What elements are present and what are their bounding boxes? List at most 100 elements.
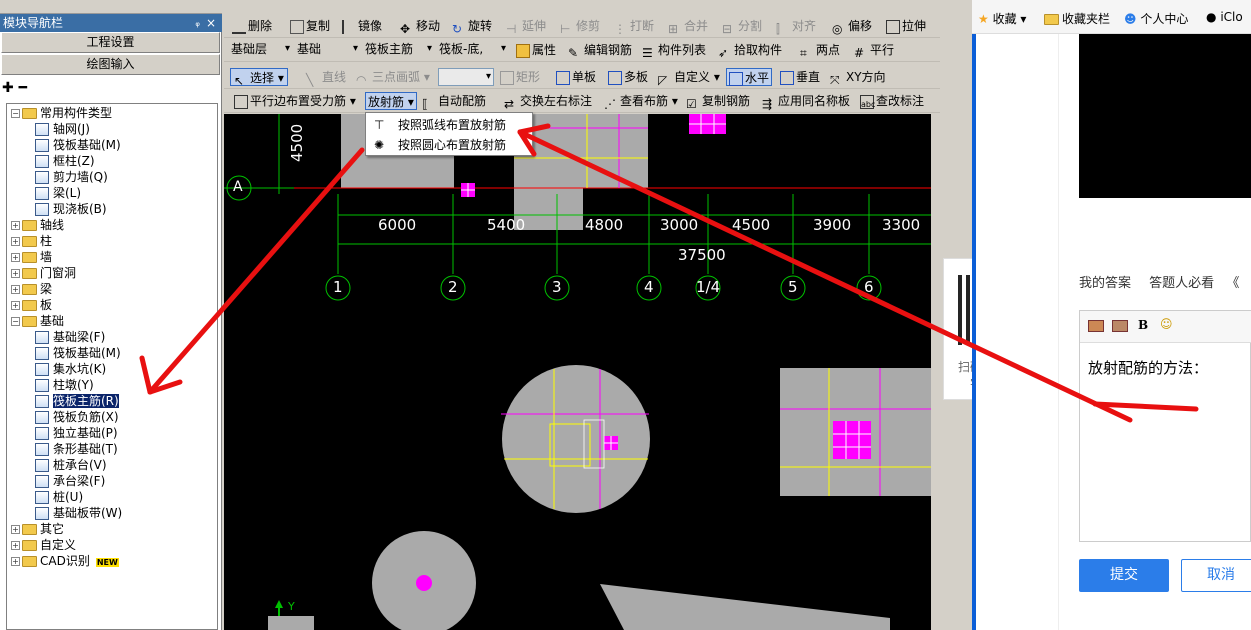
line-button[interactable]: ╲ 直线 [306,68,346,87]
blank-select[interactable] [438,68,494,86]
swap-label-button[interactable]: ⇄ 交换左右标注 [504,92,592,111]
pick-component-button[interactable]: ➶ 拾取构件 [718,41,782,60]
tree-item[interactable]: + 自定义 [11,537,76,553]
image-icon[interactable] [1088,320,1104,332]
component-select[interactable]: 筏板-底, [436,41,508,59]
single-slab-button[interactable]: 单板 [556,68,596,86]
two-points-button[interactable]: ⌗ 两点 [800,41,840,60]
radial-rebar-button[interactable]: 放射筋 ▾ [365,92,417,110]
bookmark-icloud[interactable]: ● iClo [1206,10,1243,24]
expand-icon[interactable]: − [11,317,20,326]
tree-item[interactable]: 筏板负筋(X) [35,409,119,425]
tree-item[interactable]: 基础板带(W) [35,505,122,521]
auto-rebar-button[interactable]: ⟦ 自动配筋 [422,92,486,111]
bold-icon[interactable]: B [1138,318,1148,332]
view-rebar-button[interactable]: ⋰ 查看布筋 ▾ [604,92,678,111]
split-button[interactable]: ⊟ 分割 [722,17,762,36]
tree-item[interactable]: + 板 [11,297,52,313]
tree-item[interactable]: 基础梁(F) [35,329,105,345]
custom-button[interactable]: ◸ 自定义 ▾ [658,68,720,87]
expand-icon[interactable]: + [11,525,20,534]
tree-item[interactable]: + 柱 [11,233,52,249]
tree-item[interactable]: + 轴线 [11,217,64,233]
delete-button[interactable]: 删除 [232,17,272,35]
tree-item[interactable]: 梁(L) [35,185,81,201]
vertical-button[interactable]: 垂直 [780,68,820,86]
horizontal-button[interactable]: 水平 [726,68,773,86]
tree-item[interactable]: 集水坑(K) [35,361,106,377]
tree-item[interactable]: + 梁 [11,281,52,297]
expand-icon[interactable]: + [11,221,20,230]
properties-button[interactable]: 属性 [516,41,556,59]
expand-icon[interactable]: + [11,237,20,246]
tab-must-read[interactable]: 答题人必看 [1149,276,1214,291]
move-button[interactable]: ✥ 移动 [400,17,440,36]
drawing-canvas[interactable]: 4500 A 6000 5400 4800 3000 4500 3900 3300 3750… [224,114,931,630]
pin-icon[interactable]: ᵩ [195,14,200,32]
tree-item[interactable]: 筏板主筋(R) [35,393,119,409]
layer-select[interactable]: 基础层 [228,41,292,59]
tree-item[interactable]: − 常用构件类型 [11,105,112,121]
expand-icon[interactable]: + [11,541,20,550]
check-label-button[interactable]: abc查改标注 [860,92,924,110]
apply-same-name-button[interactable]: ⇶ 应用同名称板 [762,92,850,111]
video-area[interactable] [1079,34,1251,198]
tree-item[interactable]: 筏板基础(M) [35,137,121,153]
tree-item[interactable]: 轴网(J) [35,121,90,137]
tree-item[interactable]: − 基础 [11,313,64,329]
copy-button[interactable]: 复制 [290,17,330,35]
edit-rebar-button[interactable]: ✎ 编辑钢筋 [568,41,632,60]
drawing-input-button[interactable]: 绘图输入 [1,54,220,75]
offset-button[interactable]: ◎ 偏移 [832,17,872,36]
break-button[interactable]: ⋮ 打断 [614,17,654,36]
tab-more[interactable]: 《 [1226,276,1239,291]
menu-item-arc-radial[interactable]: ⊤ 按照弧线布置放射筋 [370,115,506,135]
expand-icon[interactable]: + [11,301,20,310]
multi-slab-button[interactable]: 多板 [608,68,648,86]
parallel-button[interactable]: # 平行 [854,41,894,60]
expand-icon[interactable]: + [11,557,20,566]
expand-icon[interactable]: − [11,109,20,118]
insert-image-icon[interactable] [1112,320,1128,332]
bookmark-personal[interactable]: ☻ 个人中心 [1124,10,1188,27]
menu-item-center-radial[interactable]: ✺ 按照圆心布置放射筋 [370,135,506,155]
bookmark-favorites[interactable]: ★ 收藏 ▾ [978,10,1026,27]
rotate-button[interactable]: ↻ 旋转 [452,17,492,36]
merge-button[interactable]: ⊞ 合并 [668,17,708,36]
expand-icon[interactable]: + [11,269,20,278]
tree-item[interactable]: 剪力墙(Q) [35,169,108,185]
project-settings-button[interactable]: 工程设置 [1,32,220,53]
tree-item[interactable]: + 墙 [11,249,52,265]
xy-direction-button[interactable]: ⤧ XY方向 [830,68,886,87]
tree-item[interactable]: 桩(U) [35,489,83,505]
bookmark-folder[interactable]: 收藏夹栏 [1044,10,1110,27]
category-select[interactable]: 基础 [294,41,360,59]
tree-item[interactable]: 承台梁(F) [35,473,105,489]
close-icon[interactable]: × [206,14,216,32]
expand-icon[interactable]: + [11,285,20,294]
mirror-button[interactable]: 镜像 [342,17,382,35]
stretch-button[interactable]: 拉伸 [886,17,926,35]
component-type-select[interactable]: 筏板主筋 [362,41,434,59]
tree-item[interactable]: + CAD识别 NEW [11,553,119,569]
parallel-edge-rebar-button[interactable]: 平行边布置受力筋 ▾ [234,92,356,110]
tree-item[interactable]: + 其它 [11,521,64,537]
select-button[interactable]: ↖ 选择 ▾ [230,68,288,88]
copy-rebar-button[interactable]: ☑ 复制钢筋 [686,92,750,111]
tree-item[interactable]: 桩承台(V) [35,457,107,473]
tab-my-answer[interactable]: 我的答案 [1079,276,1131,291]
tree-item[interactable]: + 门窗洞 [11,265,76,281]
rect-button[interactable]: 矩形 [500,68,540,86]
expand-icon[interactable]: + [11,253,20,262]
expand-collapse-icons[interactable]: ✚ ━ [2,80,27,100]
cancel-button[interactable]: 取消 [1181,559,1251,592]
emoji-icon[interactable]: ☺ [1160,317,1173,331]
tree-item[interactable]: 现浇板(B) [35,201,107,217]
tree-item[interactable]: 柱墩(Y) [35,377,94,393]
submit-button[interactable]: 提交 [1079,559,1169,592]
arc-button[interactable]: ◠ 三点画弧 ▾ [356,68,430,87]
tree-item[interactable]: 框柱(Z) [35,153,95,169]
tree-item[interactable]: 筏板基础(M) [35,345,121,361]
align-button[interactable]: ⫿ 对齐 [776,17,816,36]
tree-item[interactable]: 条形基础(T) [35,441,118,457]
